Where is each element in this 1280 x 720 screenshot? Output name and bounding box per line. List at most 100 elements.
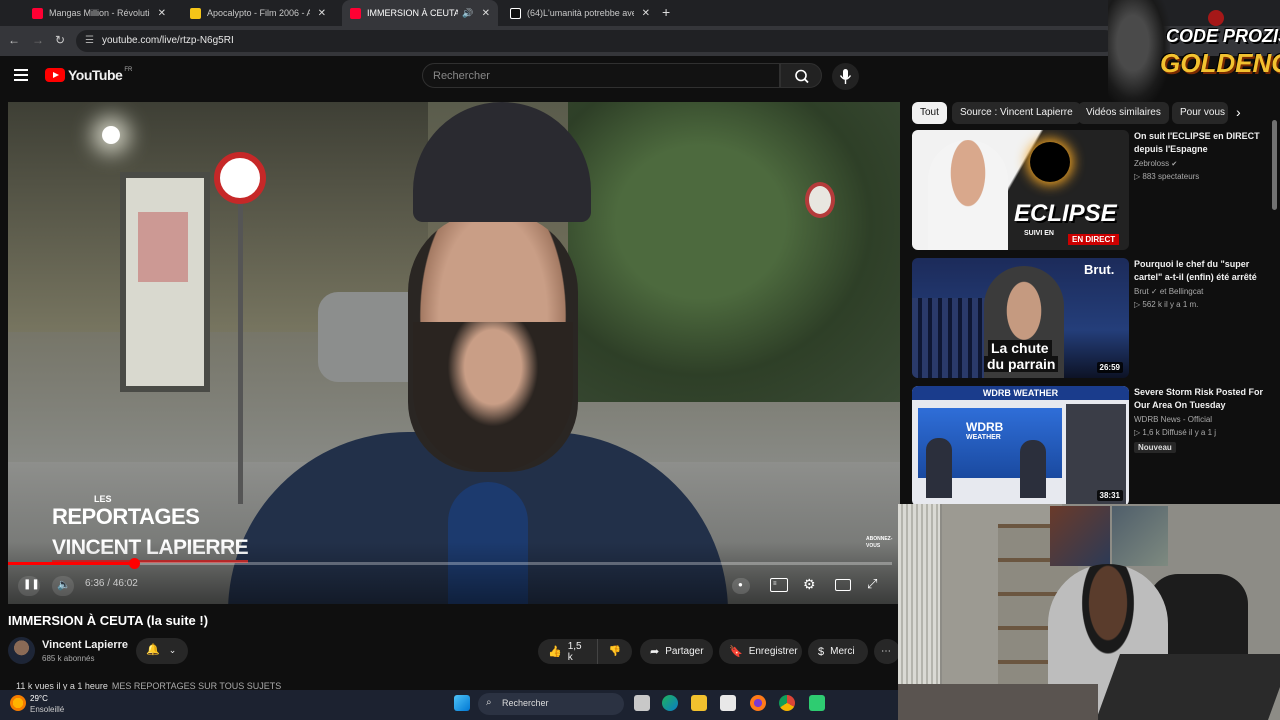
chip-for-you[interactable]: Pour vous bbox=[1172, 102, 1228, 124]
like-count: 1,5 k bbox=[567, 640, 582, 663]
forward-arrow-icon[interactable]: → bbox=[32, 33, 44, 47]
edge-browser-icon[interactable] bbox=[662, 695, 678, 711]
chrome-icon[interactable] bbox=[779, 695, 795, 711]
like-button[interactable]: 👍 1,5 k bbox=[538, 639, 598, 664]
chip-source[interactable]: Source : Vincent Lapierre bbox=[952, 102, 1081, 124]
windows-start-icon[interactable] bbox=[454, 695, 470, 711]
weather-description: Ensoleillé bbox=[30, 705, 65, 714]
road-sign-icon bbox=[805, 182, 835, 218]
settings-gear-icon[interactable]: ⚙ bbox=[803, 576, 816, 593]
sun-weather-icon[interactable] bbox=[10, 695, 26, 711]
site-info-icon[interactable]: ☰ bbox=[85, 35, 94, 46]
thumb-header: WDRB WEATHER bbox=[912, 386, 1129, 400]
search-input[interactable] bbox=[423, 64, 779, 87]
share-icon: ➦ bbox=[650, 646, 660, 658]
palm-trees bbox=[568, 102, 900, 402]
recommendation-title[interactable]: Pourquoi le chef du "super cartel" a-t-i… bbox=[1134, 258, 1274, 284]
chip-all[interactable]: Tout bbox=[912, 102, 947, 124]
hamburger-menu-icon[interactable] bbox=[14, 69, 28, 81]
progress-bar[interactable] bbox=[8, 558, 892, 569]
recommendation-meta: ▷ 562 k il y a 1 m. bbox=[1134, 300, 1199, 309]
billboard-graffiti bbox=[138, 212, 188, 282]
new-tab-button[interactable]: + bbox=[662, 4, 670, 20]
tab-title: (64)L'umanità potrebbe aver ap bbox=[527, 8, 634, 18]
reload-icon[interactable]: ↻ bbox=[55, 33, 65, 47]
recommendation-title[interactable]: Severe Storm Risk Posted For Our Area On… bbox=[1134, 386, 1274, 412]
browser-tab[interactable]: (64)L'umanità potrebbe aver ap ✕ bbox=[502, 0, 658, 26]
thumb-logo-sub: WEATHER bbox=[966, 434, 1001, 441]
street-light bbox=[102, 126, 120, 144]
recommendation-meta: ▷ 1,6 k Diffusé il y a 1 j bbox=[1134, 428, 1217, 437]
app-icon[interactable] bbox=[809, 695, 825, 711]
close-tab-icon[interactable]: ✕ bbox=[318, 8, 326, 19]
recommendation-item[interactable]: Brut. La chute du parrain 26:59 Pourquoi… bbox=[912, 258, 1272, 378]
logo-text: YouTube bbox=[68, 67, 123, 83]
browser-tab-active[interactable]: IMMERSION À CEUTA (la su 🔊 ✕ bbox=[342, 0, 498, 26]
close-tab-icon[interactable]: ✕ bbox=[158, 8, 166, 19]
taskbar-search[interactable]: ⌕ Rechercher bbox=[478, 693, 624, 715]
search-button[interactable] bbox=[780, 63, 822, 88]
chip-similar[interactable]: Vidéos similaires bbox=[1078, 102, 1169, 124]
recommendation-item[interactable]: ECLIPSE SUIVI EN EN DIRECT On suit l'ECL… bbox=[912, 130, 1272, 250]
voice-search-button[interactable] bbox=[832, 63, 859, 90]
recommendation-title[interactable]: On suit l'ECLIPSE en DIRECT depuis l'Esp… bbox=[1134, 130, 1274, 156]
time-current: 6:36 bbox=[85, 578, 105, 589]
firefox-icon[interactable] bbox=[750, 695, 766, 711]
close-tab-icon[interactable]: ✕ bbox=[642, 8, 650, 19]
file-explorer-icon[interactable] bbox=[691, 695, 707, 711]
thanks-icon: $ bbox=[818, 645, 825, 658]
share-button[interactable]: ➦ Partager bbox=[640, 639, 713, 664]
sidebar-scrollbar[interactable] bbox=[1272, 120, 1277, 210]
thumb-skyline bbox=[912, 298, 992, 378]
audio-playing-icon[interactable]: 🔊 bbox=[462, 8, 473, 19]
autoplay-toggle[interactable]: ● bbox=[732, 578, 750, 594]
channel-name[interactable]: Vincent Lapierre bbox=[42, 639, 128, 651]
video-duration: 38:31 bbox=[1096, 490, 1123, 501]
volume-button[interactable]: 🔈 bbox=[52, 576, 74, 596]
tiktok-favicon-icon bbox=[510, 7, 521, 19]
task-view-icon[interactable] bbox=[634, 695, 650, 711]
thanks-button[interactable]: $ Merci bbox=[808, 639, 868, 664]
recommendation-item[interactable]: WDRB WEATHER WDRB WEATHER 38:31 Severe S… bbox=[912, 386, 1272, 506]
progress-fill bbox=[8, 562, 135, 565]
miniplayer-icon[interactable] bbox=[835, 579, 851, 591]
close-tab-icon[interactable]: ✕ bbox=[482, 8, 490, 19]
video-title: IMMERSION À CEUTA (la suite !) bbox=[8, 613, 209, 628]
video-player[interactable]: LES REPORTAGES VINCENT LAPIERRE ABONNEZ-… bbox=[8, 102, 900, 604]
thumb-anchor-1 bbox=[926, 438, 952, 498]
allocine-favicon-icon bbox=[190, 7, 201, 19]
recommendation-thumbnail[interactable]: WDRB WEATHER WDRB WEATHER 38:31 bbox=[912, 386, 1129, 506]
save-label: Enregistrer bbox=[748, 646, 798, 657]
back-arrow-icon[interactable]: ← bbox=[8, 33, 20, 47]
chevron-right-icon[interactable]: › bbox=[1236, 104, 1241, 120]
crown-emblem-icon bbox=[1208, 10, 1224, 26]
channel-avatar[interactable] bbox=[8, 637, 35, 664]
thumb-logo: WDRB bbox=[966, 420, 1004, 434]
store-icon[interactable] bbox=[720, 695, 736, 711]
fullscreen-icon[interactable]: ⤢ bbox=[867, 576, 877, 592]
subtitles-icon[interactable]: ≡ bbox=[770, 578, 788, 592]
notifications-button[interactable]: 🔔 ⌄ bbox=[136, 638, 188, 664]
save-button[interactable]: 🔖 Enregistrer bbox=[719, 639, 802, 664]
bell-icon: 🔔 bbox=[146, 644, 160, 656]
weather-temperature[interactable]: 29°C bbox=[30, 694, 48, 703]
recommendation-thumbnail[interactable]: Brut. La chute du parrain 26:59 bbox=[912, 258, 1129, 378]
recommendation-thumbnail[interactable]: ECLIPSE SUIVI EN EN DIRECT bbox=[912, 130, 1129, 250]
url-field[interactable]: ☰ youtube.com/live/rtzp-N6g5RI bbox=[76, 30, 1116, 52]
time-total: 46:02 bbox=[112, 578, 138, 589]
more-actions-button[interactable]: ⋯ bbox=[874, 639, 900, 664]
browser-tab[interactable]: Mangas Million - Révolution de ✕ bbox=[24, 0, 174, 26]
thumb-person bbox=[928, 140, 1008, 250]
youtube-logo[interactable]: YouTube FR bbox=[45, 67, 132, 83]
logo-line-2: GOLDENG bbox=[1160, 48, 1280, 78]
browser-tab[interactable]: Apocalypto - Film 2006 - AlloC ✕ bbox=[182, 0, 334, 26]
recommendation-meta: ▷ 883 spectateurs bbox=[1134, 172, 1200, 181]
tab-title: IMMERSION À CEUTA (la su bbox=[367, 8, 459, 18]
youtube-favicon-icon bbox=[350, 7, 361, 19]
more-icon: ⋯ bbox=[881, 646, 891, 657]
pause-button[interactable]: ❚❚ bbox=[18, 576, 40, 596]
dislike-button[interactable]: 👎 bbox=[598, 639, 632, 664]
webcam-overlay bbox=[898, 504, 1280, 720]
logo-line-1: CODE PROZIS bbox=[1166, 26, 1280, 46]
video-duration: 26:59 bbox=[1096, 362, 1123, 373]
